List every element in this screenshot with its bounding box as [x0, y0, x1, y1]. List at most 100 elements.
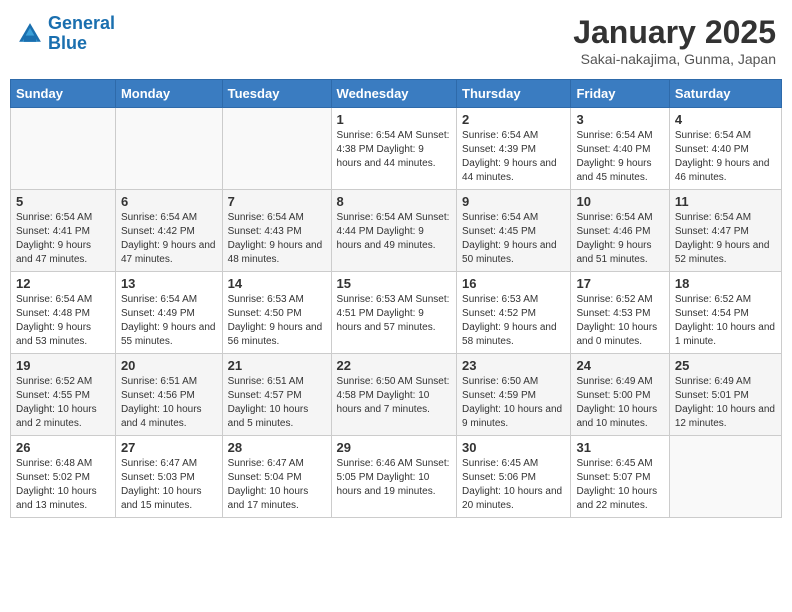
- day-number: 4: [675, 112, 776, 127]
- calendar-week-row: 1 Sunrise: 6:54 AM Sunset: 4:38 PM Daylig…: [11, 108, 782, 190]
- calendar-day-cell: [222, 108, 331, 190]
- day-number: 1: [337, 112, 452, 127]
- day-info: Sunrise: 6:54 AM Sunset: 4:44 PM Dayligh…: [337, 211, 452, 253]
- calendar-week-row: 19Sunrise: 6:52 AM Sunset: 4:55 PM Dayli…: [11, 354, 782, 436]
- calendar-day-cell: 26 Sunrise: 6:48 AM Sunset: 5:02 PM Dayli…: [11, 436, 116, 518]
- calendar-day-cell: 28 Sunrise: 6:47 AM Sunset: 5:04 PM Dayli…: [222, 436, 331, 518]
- day-info: Sunrise: 6:54 AM Sunset: 4:41 PM Dayligh…: [16, 211, 110, 267]
- calendar-day-cell: [115, 108, 222, 190]
- day-number: 13: [121, 276, 217, 291]
- calendar-day-cell: 5Sunrise: 6:54 AM Sunset: 4:41 PM Daylig…: [11, 190, 116, 272]
- calendar-day-cell: 14Sunrise: 6:53 AM Sunset: 4:50 PM Dayli…: [222, 272, 331, 354]
- weekday-header-cell: Friday: [571, 80, 669, 108]
- day-info: Sunrise: 6:49 AM Sunset: 5:00 PM Dayligh…: [576, 375, 663, 431]
- calendar-table: SundayMondayTuesdayWednesdayThursdayFrid…: [10, 79, 782, 518]
- calendar-day-cell: 1 Sunrise: 6:54 AM Sunset: 4:38 PM Daylig…: [331, 108, 457, 190]
- day-number: 26: [16, 440, 110, 455]
- calendar-day-cell: 22 Sunrise: 6:50 AM Sunset: 4:58 PM Dayli…: [331, 354, 457, 436]
- calendar-day-cell: 9 Sunrise: 6:54 AM Sunset: 4:45 PM Daylig…: [457, 190, 571, 272]
- calendar-day-cell: 27 Sunrise: 6:47 AM Sunset: 5:03 PM Dayli…: [115, 436, 222, 518]
- day-info: Sunrise: 6:45 AM Sunset: 5:07 PM Dayligh…: [576, 457, 663, 513]
- day-number: 9: [462, 194, 565, 209]
- weekday-header-row: SundayMondayTuesdayWednesdayThursdayFrid…: [11, 80, 782, 108]
- calendar-day-cell: 18 Sunrise: 6:52 AM Sunset: 4:54 PM Dayli…: [669, 272, 781, 354]
- calendar-subtitle: Sakai-nakajima, Gunma, Japan: [573, 51, 776, 67]
- day-number: 15: [337, 276, 452, 291]
- day-number: 3: [576, 112, 663, 127]
- calendar-day-cell: 20 Sunrise: 6:51 AM Sunset: 4:56 PM Dayli…: [115, 354, 222, 436]
- calendar-day-cell: [669, 436, 781, 518]
- day-number: 10: [576, 194, 663, 209]
- day-info: Sunrise: 6:52 AM Sunset: 4:54 PM Dayligh…: [675, 293, 776, 349]
- day-number: 23: [462, 358, 565, 373]
- day-number: 7: [228, 194, 326, 209]
- logo: General Blue: [16, 14, 115, 54]
- calendar-body: 1 Sunrise: 6:54 AM Sunset: 4:38 PM Daylig…: [11, 108, 782, 518]
- calendar-day-cell: 19Sunrise: 6:52 AM Sunset: 4:55 PM Dayli…: [11, 354, 116, 436]
- calendar-day-cell: [11, 108, 116, 190]
- day-info: Sunrise: 6:51 AM Sunset: 4:56 PM Dayligh…: [121, 375, 217, 431]
- calendar-day-cell: 15 Sunrise: 6:53 AM Sunset: 4:51 PM Dayli…: [331, 272, 457, 354]
- calendar-day-cell: 23Sunrise: 6:50 AM Sunset: 4:59 PM Dayli…: [457, 354, 571, 436]
- calendar-day-cell: 6Sunrise: 6:54 AM Sunset: 4:42 PM Daylig…: [115, 190, 222, 272]
- calendar-day-cell: 29 Sunrise: 6:46 AM Sunset: 5:05 PM Dayli…: [331, 436, 457, 518]
- logo-text: General Blue: [48, 14, 115, 54]
- weekday-header-cell: Wednesday: [331, 80, 457, 108]
- day-number: 16: [462, 276, 565, 291]
- day-number: 29: [337, 440, 452, 455]
- logo-icon: [16, 20, 44, 48]
- day-info: Sunrise: 6:54 AM Sunset: 4:47 PM Dayligh…: [675, 211, 776, 267]
- day-info: Sunrise: 6:54 AM Sunset: 4:39 PM Dayligh…: [462, 129, 565, 185]
- calendar-title: January 2025: [573, 14, 776, 51]
- calendar-day-cell: 13 Sunrise: 6:54 AM Sunset: 4:49 PM Dayli…: [115, 272, 222, 354]
- calendar-day-cell: 21 Sunrise: 6:51 AM Sunset: 4:57 PM Dayli…: [222, 354, 331, 436]
- calendar-week-row: 5Sunrise: 6:54 AM Sunset: 4:41 PM Daylig…: [11, 190, 782, 272]
- logo-line2: Blue: [48, 33, 87, 53]
- weekday-header-cell: Saturday: [669, 80, 781, 108]
- day-info: Sunrise: 6:46 AM Sunset: 5:05 PM Dayligh…: [337, 457, 452, 499]
- day-info: Sunrise: 6:50 AM Sunset: 4:58 PM Dayligh…: [337, 375, 452, 417]
- calendar-week-row: 26 Sunrise: 6:48 AM Sunset: 5:02 PM Dayli…: [11, 436, 782, 518]
- day-info: Sunrise: 6:54 AM Sunset: 4:42 PM Dayligh…: [121, 211, 217, 267]
- day-info: Sunrise: 6:54 AM Sunset: 4:38 PM Dayligh…: [337, 129, 452, 171]
- calendar-day-cell: 24 Sunrise: 6:49 AM Sunset: 5:00 PM Dayli…: [571, 354, 669, 436]
- day-info: Sunrise: 6:54 AM Sunset: 4:45 PM Dayligh…: [462, 211, 565, 267]
- day-info: Sunrise: 6:54 AM Sunset: 4:49 PM Dayligh…: [121, 293, 217, 349]
- day-info: Sunrise: 6:47 AM Sunset: 5:04 PM Dayligh…: [228, 457, 326, 513]
- weekday-header-cell: Monday: [115, 80, 222, 108]
- day-number: 31: [576, 440, 663, 455]
- day-number: 21: [228, 358, 326, 373]
- day-info: Sunrise: 6:54 AM Sunset: 4:40 PM Dayligh…: [675, 129, 776, 185]
- day-number: 22: [337, 358, 452, 373]
- calendar-day-cell: 2 Sunrise: 6:54 AM Sunset: 4:39 PM Daylig…: [457, 108, 571, 190]
- day-number: 20: [121, 358, 217, 373]
- calendar-day-cell: 17Sunrise: 6:52 AM Sunset: 4:53 PM Dayli…: [571, 272, 669, 354]
- day-number: 8: [337, 194, 452, 209]
- day-number: 2: [462, 112, 565, 127]
- day-number: 27: [121, 440, 217, 455]
- day-info: Sunrise: 6:49 AM Sunset: 5:01 PM Dayligh…: [675, 375, 776, 431]
- day-info: Sunrise: 6:52 AM Sunset: 4:53 PM Dayligh…: [576, 293, 663, 349]
- day-number: 25: [675, 358, 776, 373]
- day-number: 28: [228, 440, 326, 455]
- logo-line1: General: [48, 13, 115, 33]
- day-number: 11: [675, 194, 776, 209]
- day-info: Sunrise: 6:47 AM Sunset: 5:03 PM Dayligh…: [121, 457, 217, 513]
- calendar-week-row: 12Sunrise: 6:54 AM Sunset: 4:48 PM Dayli…: [11, 272, 782, 354]
- day-info: Sunrise: 6:54 AM Sunset: 4:40 PM Dayligh…: [576, 129, 663, 185]
- day-info: Sunrise: 6:48 AM Sunset: 5:02 PM Dayligh…: [16, 457, 110, 513]
- day-info: Sunrise: 6:53 AM Sunset: 4:52 PM Dayligh…: [462, 293, 565, 349]
- day-number: 24: [576, 358, 663, 373]
- calendar-day-cell: 10 Sunrise: 6:54 AM Sunset: 4:46 PM Dayli…: [571, 190, 669, 272]
- day-info: Sunrise: 6:51 AM Sunset: 4:57 PM Dayligh…: [228, 375, 326, 431]
- calendar-day-cell: 8 Sunrise: 6:54 AM Sunset: 4:44 PM Daylig…: [331, 190, 457, 272]
- weekday-header-cell: Thursday: [457, 80, 571, 108]
- page-header: General Blue January 2025 Sakai-nakajima…: [10, 10, 782, 71]
- day-number: 19: [16, 358, 110, 373]
- day-info: Sunrise: 6:54 AM Sunset: 4:46 PM Dayligh…: [576, 211, 663, 267]
- day-number: 18: [675, 276, 776, 291]
- calendar-day-cell: 31 Sunrise: 6:45 AM Sunset: 5:07 PM Dayli…: [571, 436, 669, 518]
- day-info: Sunrise: 6:53 AM Sunset: 4:51 PM Dayligh…: [337, 293, 452, 335]
- calendar-day-cell: 11 Sunrise: 6:54 AM Sunset: 4:47 PM Dayli…: [669, 190, 781, 272]
- weekday-header-cell: Tuesday: [222, 80, 331, 108]
